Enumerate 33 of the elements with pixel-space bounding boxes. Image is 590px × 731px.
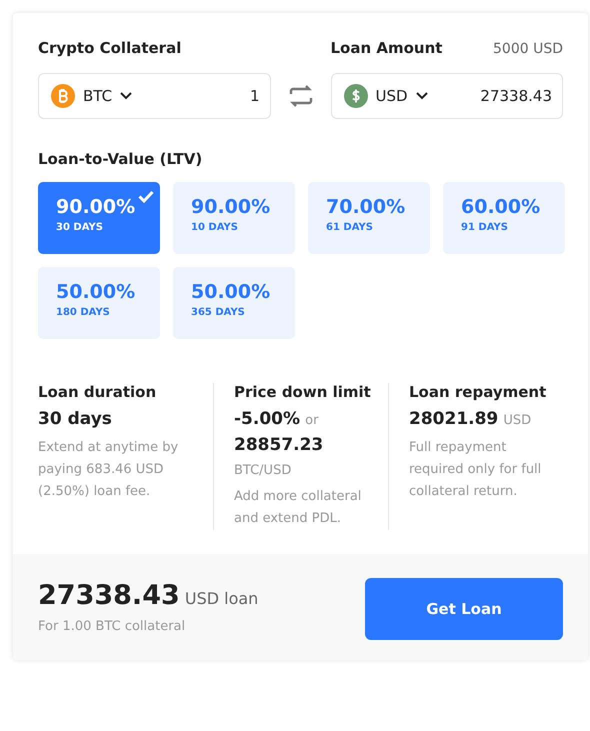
loan-total: 27338.43 bbox=[38, 580, 180, 611]
amount-value: 1 bbox=[250, 87, 260, 105]
detail-note: Extend at anytime by paying 683.46 USD (2.50%) loan fee. bbox=[38, 439, 180, 501]
loan-limit: 5000 USD bbox=[493, 41, 563, 57]
loan-unit: USD loan bbox=[184, 589, 258, 608]
ltv-option[interactable]: 90.00% 30 DAYS bbox=[38, 182, 160, 254]
collateral-note: For 1.00 BTC collateral bbox=[38, 619, 186, 634]
loan-field[interactable]: USD 27338.43 bbox=[330, 73, 563, 119]
ltv-label: Loan-to-Value (LTV) bbox=[38, 150, 202, 168]
ltv-option[interactable]: 50.00% 365 DAYS bbox=[173, 267, 295, 339]
ltv-option[interactable]: 70.00% 61 DAYS bbox=[308, 182, 430, 254]
detail-connector: or bbox=[305, 413, 318, 428]
ltv-option[interactable]: 90.00% 10 DAYS bbox=[173, 182, 295, 254]
detail-title: Loan duration bbox=[38, 383, 158, 401]
currency-select[interactable]: USD bbox=[376, 87, 408, 105]
detail-value: -5.00% bbox=[234, 409, 300, 429]
get-loan-button[interactable]: Get Loan bbox=[365, 578, 563, 640]
currency-select[interactable]: BTC bbox=[83, 87, 112, 105]
detail-value: 30 days bbox=[38, 409, 112, 429]
detail-title: Loan repayment bbox=[409, 383, 548, 401]
collateral-field[interactable]: BTC 1 bbox=[38, 73, 270, 119]
detail-value: 28021.89 bbox=[409, 409, 498, 429]
ltv-option[interactable]: 60.00% 91 DAYS bbox=[443, 182, 565, 254]
detail-unit: BTC/USD bbox=[234, 463, 292, 478]
ltv-option[interactable]: 50.00% 180 DAYS bbox=[38, 267, 160, 339]
detail-note: Full repayment required only for full collateral return. bbox=[409, 439, 542, 501]
detail-title: Price down limit bbox=[234, 383, 372, 401]
detail-note: Add more collateral and extend PDL. bbox=[234, 488, 362, 528]
amount-value: 27338.43 bbox=[480, 87, 552, 105]
collateral-label: Crypto Collateral bbox=[38, 39, 182, 57]
loan-amount-label: Loan Amount bbox=[330, 39, 442, 57]
detail-value: 28857.23 bbox=[234, 435, 324, 455]
detail-unit: USD bbox=[503, 413, 532, 428]
